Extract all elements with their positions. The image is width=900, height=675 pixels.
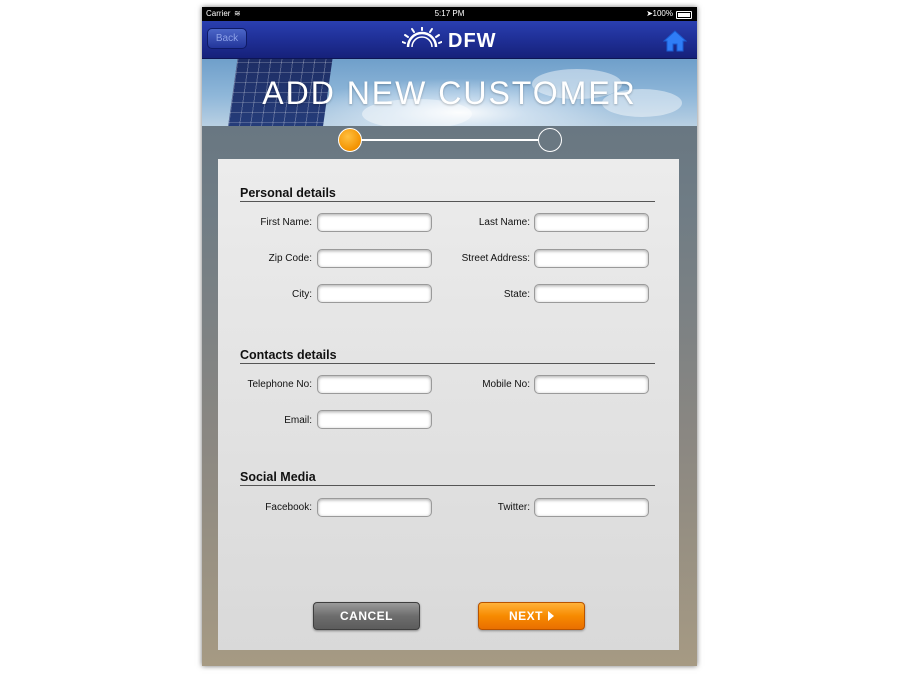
- section-contacts-details: Contacts details: [240, 348, 655, 364]
- email-field[interactable]: [317, 410, 432, 429]
- twitter-label: Twitter:: [497, 502, 530, 513]
- twitter-field[interactable]: [534, 498, 649, 517]
- ipad-screen: Carrier ≋ 5:17 PM ➤ 100% Back DFW ADD NE…: [202, 7, 697, 666]
- next-button-label: NEXT: [508, 609, 543, 623]
- telephone-field[interactable]: [317, 375, 432, 394]
- step-2-indicator: [538, 128, 562, 152]
- last-name-field[interactable]: [534, 213, 649, 232]
- nav-bar: Back DFW: [202, 21, 697, 59]
- cancel-button[interactable]: CANCEL: [313, 602, 420, 630]
- cancel-button-label: CANCEL: [340, 609, 393, 623]
- street-address-field[interactable]: [534, 249, 649, 268]
- first-name-field[interactable]: [317, 213, 432, 232]
- sunburst-logo-icon: [402, 27, 442, 48]
- step-1-indicator-active: [338, 128, 362, 152]
- section-personal-details: Personal details: [240, 186, 655, 202]
- wizard-progress: [336, 127, 564, 155]
- last-name-label: Last Name:: [478, 217, 530, 228]
- city-field[interactable]: [317, 284, 432, 303]
- zip-code-label: Zip Code:: [268, 253, 312, 264]
- email-label: Email:: [284, 415, 312, 426]
- mobile-label: Mobile No:: [482, 379, 530, 390]
- logo-text: DFW: [448, 30, 497, 52]
- customer-form: Personal details First Name: Last Name: …: [218, 159, 679, 650]
- first-name-label: First Name:: [260, 217, 312, 228]
- clock: 5:17 PM: [434, 9, 465, 18]
- arrow-right-icon: [548, 611, 554, 621]
- battery-icon: [676, 11, 692, 19]
- home-icon[interactable]: [663, 30, 687, 52]
- progress-line: [360, 139, 538, 141]
- page-title: ADD NEW CUSTOMER: [262, 75, 637, 111]
- hero-banner: ADD NEW CUSTOMER: [202, 59, 697, 126]
- state-field[interactable]: [534, 284, 649, 303]
- street-address-label: Street Address:: [461, 253, 530, 264]
- back-button[interactable]: Back: [207, 28, 247, 49]
- facebook-label: Facebook:: [265, 502, 312, 513]
- next-button[interactable]: NEXT: [478, 602, 585, 630]
- telephone-label: Telephone No:: [247, 379, 313, 390]
- battery-percent: 100%: [652, 9, 673, 18]
- section-social-media: Social Media: [240, 470, 655, 486]
- city-label: City:: [292, 289, 312, 300]
- state-label: State:: [503, 289, 530, 300]
- zip-code-field[interactable]: [317, 249, 432, 268]
- status-bar: Carrier ≋ 5:17 PM ➤ 100%: [202, 7, 697, 21]
- mobile-field[interactable]: [534, 375, 649, 394]
- facebook-field[interactable]: [317, 498, 432, 517]
